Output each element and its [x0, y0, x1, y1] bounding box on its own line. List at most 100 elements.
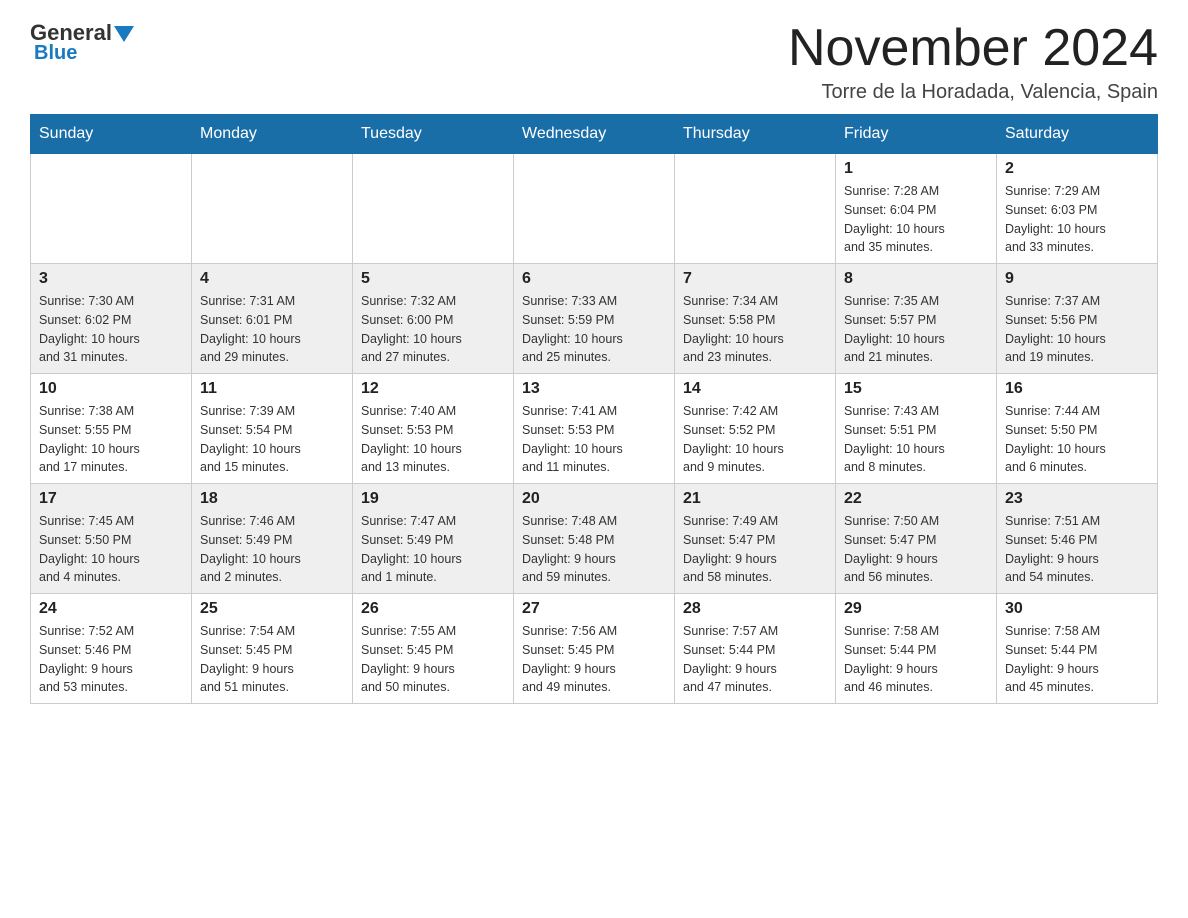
- day-number: 8: [844, 270, 988, 288]
- day-info: Sunrise: 7:31 AM Sunset: 6:01 PM Dayligh…: [200, 292, 344, 367]
- table-cell: 29 Sunrise: 7:58 AM Sunset: 5:44 PM Dayli…: [836, 594, 997, 704]
- day-number: 7: [683, 270, 827, 288]
- logo-triangle-icon: [114, 26, 134, 42]
- week-row-3: 10 Sunrise: 7:38 AM Sunset: 5:55 PM Dayli…: [31, 374, 1158, 484]
- table-cell: 30 Sunrise: 7:58 AM Sunset: 5:44 PM Dayli…: [997, 594, 1158, 704]
- day-number: 18: [200, 490, 344, 508]
- day-info: Sunrise: 7:37 AM Sunset: 5:56 PM Dayligh…: [1005, 292, 1149, 367]
- day-info: Sunrise: 7:35 AM Sunset: 5:57 PM Dayligh…: [844, 292, 988, 367]
- table-cell: 10 Sunrise: 7:38 AM Sunset: 5:55 PM Dayli…: [31, 374, 192, 484]
- day-number: 27: [522, 600, 666, 618]
- day-info: Sunrise: 7:47 AM Sunset: 5:49 PM Dayligh…: [361, 512, 505, 587]
- table-cell: 25 Sunrise: 7:54 AM Sunset: 5:45 PM Dayli…: [192, 594, 353, 704]
- table-cell: 6Sunrise: 7:33 AM Sunset: 5:59 PM Daylig…: [514, 264, 675, 374]
- calendar-header-row: Sunday Monday Tuesday Wednesday Thursday…: [31, 115, 1158, 154]
- day-info: Sunrise: 7:39 AM Sunset: 5:54 PM Dayligh…: [200, 402, 344, 477]
- day-number: 3: [39, 270, 183, 288]
- table-cell: 19 Sunrise: 7:47 AM Sunset: 5:49 PM Dayli…: [353, 484, 514, 594]
- day-info: Sunrise: 7:56 AM Sunset: 5:45 PM Dayligh…: [522, 622, 666, 697]
- day-info: Sunrise: 7:54 AM Sunset: 5:45 PM Dayligh…: [200, 622, 344, 697]
- week-row-5: 24 Sunrise: 7:52 AM Sunset: 5:46 PM Dayli…: [31, 594, 1158, 704]
- location-title: Torre de la Horadada, Valencia, Spain: [788, 81, 1158, 104]
- table-cell: 27 Sunrise: 7:56 AM Sunset: 5:45 PM Dayli…: [514, 594, 675, 704]
- day-number: 6: [522, 270, 666, 288]
- calendar-table: Sunday Monday Tuesday Wednesday Thursday…: [30, 114, 1158, 704]
- header-monday: Monday: [192, 115, 353, 154]
- table-cell: 16 Sunrise: 7:44 AM Sunset: 5:50 PM Dayli…: [997, 374, 1158, 484]
- day-number: 13: [522, 380, 666, 398]
- day-number: 22: [844, 490, 988, 508]
- header-tuesday: Tuesday: [353, 115, 514, 154]
- table-cell: 7 Sunrise: 7:34 AM Sunset: 5:58 PM Daylig…: [675, 264, 836, 374]
- title-section: November 2024 Torre de la Horadada, Vale…: [788, 20, 1158, 104]
- table-cell: [192, 154, 353, 264]
- table-cell: 11Sunrise: 7:39 AM Sunset: 5:54 PM Dayli…: [192, 374, 353, 484]
- day-number: 20: [522, 490, 666, 508]
- day-info: Sunrise: 7:34 AM Sunset: 5:58 PM Dayligh…: [683, 292, 827, 367]
- day-info: Sunrise: 7:51 AM Sunset: 5:46 PM Dayligh…: [1005, 512, 1149, 587]
- day-info: Sunrise: 7:49 AM Sunset: 5:47 PM Dayligh…: [683, 512, 827, 587]
- table-cell: [514, 154, 675, 264]
- day-number: 15: [844, 380, 988, 398]
- day-info: Sunrise: 7:40 AM Sunset: 5:53 PM Dayligh…: [361, 402, 505, 477]
- logo-blue: Blue: [34, 42, 77, 65]
- day-number: 1: [844, 160, 988, 178]
- table-cell: 13 Sunrise: 7:41 AM Sunset: 5:53 PM Dayli…: [514, 374, 675, 484]
- table-cell: 23 Sunrise: 7:51 AM Sunset: 5:46 PM Dayli…: [997, 484, 1158, 594]
- day-number: 25: [200, 600, 344, 618]
- month-title: November 2024: [788, 20, 1158, 77]
- header-friday: Friday: [836, 115, 997, 154]
- day-number: 21: [683, 490, 827, 508]
- week-row-1: 1 Sunrise: 7:28 AM Sunset: 6:04 PM Daylig…: [31, 154, 1158, 264]
- day-info: Sunrise: 7:58 AM Sunset: 5:44 PM Dayligh…: [844, 622, 988, 697]
- day-info: Sunrise: 7:52 AM Sunset: 5:46 PM Dayligh…: [39, 622, 183, 697]
- day-number: 2: [1005, 160, 1149, 178]
- header-sunday: Sunday: [31, 115, 192, 154]
- header-thursday: Thursday: [675, 115, 836, 154]
- day-info: Sunrise: 7:55 AM Sunset: 5:45 PM Dayligh…: [361, 622, 505, 697]
- day-number: 29: [844, 600, 988, 618]
- day-number: 19: [361, 490, 505, 508]
- week-row-4: 17 Sunrise: 7:45 AM Sunset: 5:50 PM Dayli…: [31, 484, 1158, 594]
- day-info: Sunrise: 7:44 AM Sunset: 5:50 PM Dayligh…: [1005, 402, 1149, 477]
- table-cell: 15 Sunrise: 7:43 AM Sunset: 5:51 PM Dayli…: [836, 374, 997, 484]
- day-info: Sunrise: 7:28 AM Sunset: 6:04 PM Dayligh…: [844, 182, 988, 257]
- day-number: 16: [1005, 380, 1149, 398]
- day-number: 26: [361, 600, 505, 618]
- day-info: Sunrise: 7:58 AM Sunset: 5:44 PM Dayligh…: [1005, 622, 1149, 697]
- page-header: General Blue November 2024 Torre de la H…: [30, 20, 1158, 104]
- day-info: Sunrise: 7:42 AM Sunset: 5:52 PM Dayligh…: [683, 402, 827, 477]
- day-info: Sunrise: 7:29 AM Sunset: 6:03 PM Dayligh…: [1005, 182, 1149, 257]
- day-info: Sunrise: 7:43 AM Sunset: 5:51 PM Dayligh…: [844, 402, 988, 477]
- day-info: Sunrise: 7:38 AM Sunset: 5:55 PM Dayligh…: [39, 402, 183, 477]
- table-cell: 4 Sunrise: 7:31 AM Sunset: 6:01 PM Daylig…: [192, 264, 353, 374]
- day-info: Sunrise: 7:41 AM Sunset: 5:53 PM Dayligh…: [522, 402, 666, 477]
- day-number: 10: [39, 380, 183, 398]
- table-cell: [353, 154, 514, 264]
- day-info: Sunrise: 7:50 AM Sunset: 5:47 PM Dayligh…: [844, 512, 988, 587]
- day-info: Sunrise: 7:57 AM Sunset: 5:44 PM Dayligh…: [683, 622, 827, 697]
- header-saturday: Saturday: [997, 115, 1158, 154]
- table-cell: 17 Sunrise: 7:45 AM Sunset: 5:50 PM Dayli…: [31, 484, 192, 594]
- week-row-2: 3Sunrise: 7:30 AM Sunset: 6:02 PM Daylig…: [31, 264, 1158, 374]
- day-number: 23: [1005, 490, 1149, 508]
- day-info: Sunrise: 7:45 AM Sunset: 5:50 PM Dayligh…: [39, 512, 183, 587]
- day-number: 30: [1005, 600, 1149, 618]
- table-cell: 22 Sunrise: 7:50 AM Sunset: 5:47 PM Dayli…: [836, 484, 997, 594]
- table-cell: [675, 154, 836, 264]
- day-info: Sunrise: 7:32 AM Sunset: 6:00 PM Dayligh…: [361, 292, 505, 367]
- table-cell: 5 Sunrise: 7:32 AM Sunset: 6:00 PM Daylig…: [353, 264, 514, 374]
- day-number: 4: [200, 270, 344, 288]
- day-number: 24: [39, 600, 183, 618]
- day-number: 17: [39, 490, 183, 508]
- table-cell: 21 Sunrise: 7:49 AM Sunset: 5:47 PM Dayli…: [675, 484, 836, 594]
- logo: General Blue: [30, 20, 134, 65]
- table-cell: 9Sunrise: 7:37 AM Sunset: 5:56 PM Daylig…: [997, 264, 1158, 374]
- table-cell: 18Sunrise: 7:46 AM Sunset: 5:49 PM Dayli…: [192, 484, 353, 594]
- day-number: 12: [361, 380, 505, 398]
- day-number: 5: [361, 270, 505, 288]
- table-cell: 1 Sunrise: 7:28 AM Sunset: 6:04 PM Daylig…: [836, 154, 997, 264]
- table-cell: 26 Sunrise: 7:55 AM Sunset: 5:45 PM Dayli…: [353, 594, 514, 704]
- table-cell: 12 Sunrise: 7:40 AM Sunset: 5:53 PM Dayli…: [353, 374, 514, 484]
- table-cell: 3Sunrise: 7:30 AM Sunset: 6:02 PM Daylig…: [31, 264, 192, 374]
